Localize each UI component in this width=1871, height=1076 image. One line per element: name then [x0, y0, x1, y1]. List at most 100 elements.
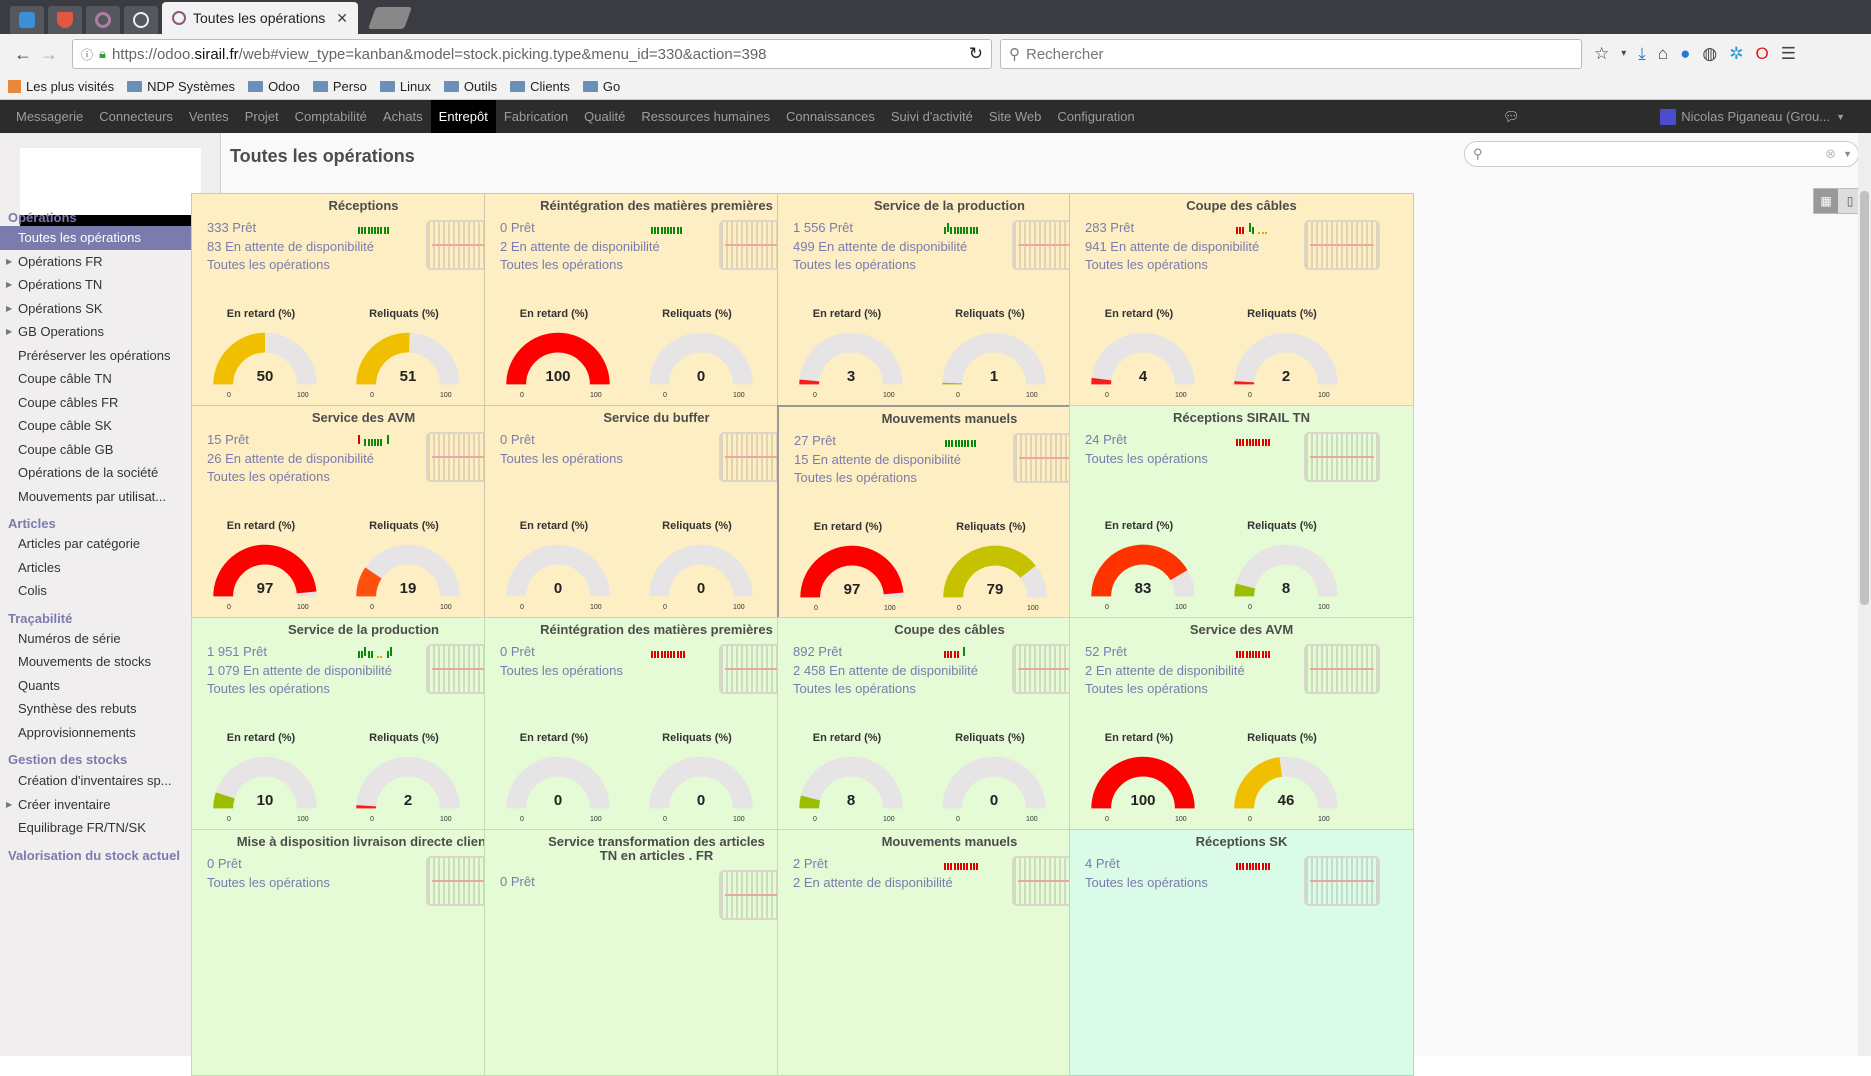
menu-comptabilite[interactable]: Comptabilité [295, 100, 367, 133]
card-stat-link[interactable]: 1 079 En attente de disponibilité [207, 663, 392, 678]
bookmark-menu-icon[interactable]: ▾ [1621, 44, 1626, 64]
active-tab[interactable]: Toutes les opérations✕ [162, 2, 358, 34]
all-operations-link[interactable]: Toutes les opérations [1085, 451, 1208, 466]
menu-messagerie[interactable]: Messagerie [16, 100, 83, 133]
card-stat-link[interactable]: 941 En attente de disponibilité [1085, 239, 1259, 254]
chat-icon[interactable]: 💬︎ [1503, 109, 1520, 125]
globe-icon[interactable]: ◍ [1702, 44, 1717, 64]
kanban-view-icon[interactable]: ▦ [1814, 189, 1838, 213]
all-operations-link[interactable]: Toutes les opérations [207, 257, 330, 272]
card-stat-link[interactable]: 27 Prêt [794, 433, 836, 448]
operation-card[interactable]: Réceptions SK4 PrêtToutes les opérations [1069, 829, 1414, 1076]
sidebar-item[interactable]: Coupe câble GB [0, 438, 208, 462]
all-operations-link[interactable]: Toutes les opérations [207, 469, 330, 484]
card-stat-link[interactable]: 2 En attente de disponibilité [1085, 663, 1245, 678]
caret-right-icon[interactable]: ▶ [6, 273, 12, 297]
all-operations-link[interactable]: Toutes les opérations [207, 681, 330, 696]
menu-fabrication[interactable]: Fabrication [504, 100, 568, 133]
menu-projet[interactable]: Projet [245, 100, 279, 133]
pinned-tab-gitlab[interactable] [48, 6, 82, 34]
hamburger-menu-icon[interactable]: ☰ [1781, 44, 1796, 64]
sidebar-item[interactable]: Equilibrage FR/TN/SK [0, 816, 208, 840]
card-stat-link[interactable]: 83 En attente de disponibilité [207, 239, 374, 254]
user-menu[interactable]: Nicolas Piganeau (Grou...▼ [1660, 100, 1845, 133]
reload-icon[interactable]: ↻ [969, 44, 983, 64]
menu-qualite[interactable]: Qualité [584, 100, 625, 133]
card-title[interactable]: Coupe des câbles [1070, 199, 1413, 213]
back-icon[interactable]: ← [10, 44, 36, 65]
pinned-tab-odoo[interactable] [86, 6, 120, 34]
operation-card[interactable]: Coupe des câbles 283 Prêt 941 En attente d… [1069, 193, 1414, 440]
card-stat-link[interactable]: 2 458 En attente de disponibilité [793, 663, 978, 678]
sidebar-item[interactable]: Opérations de la société [0, 461, 208, 485]
pinned-tab-power[interactable] [124, 6, 158, 34]
bookmark-folder[interactable]: Go [583, 79, 620, 94]
card-stat-link[interactable]: 2 En attente de disponibilité [793, 875, 953, 890]
card-stat-link[interactable]: 892 Prêt [793, 644, 842, 659]
card-title[interactable]: Réceptions SK [1070, 835, 1413, 849]
sidebar-item[interactable]: Approvisionnements [0, 721, 208, 745]
sidebar-item[interactable]: Création d'inventaires sp... [0, 769, 208, 793]
menu-achats[interactable]: Achats [383, 100, 423, 133]
bookmark-folder[interactable]: Outils [444, 79, 497, 94]
bookmark-folder[interactable]: Clients [510, 79, 570, 94]
menu-connecteurs[interactable]: Connecteurs [99, 100, 173, 133]
card-stat-link[interactable]: 15 En attente de disponibilité [794, 452, 961, 467]
section-valorisation[interactable]: Valorisation du stock actuel [8, 848, 180, 863]
opera-icon[interactable]: O [1755, 44, 1768, 64]
operation-card[interactable]: Service des AVM 52 Prêt 2 En attente de di… [1069, 617, 1414, 864]
clear-search-icon[interactable]: ⊗ [1825, 142, 1836, 166]
card-stat-link[interactable]: 0 Prêt [500, 432, 535, 447]
sidebar-item[interactable]: ▶Créer inventaire [0, 793, 208, 817]
card-stat-link[interactable]: 2 En attente de disponibilité [500, 239, 660, 254]
caret-right-icon[interactable]: ▶ [6, 320, 12, 344]
sidebar-item[interactable]: Articles [0, 556, 208, 580]
card-stat-link[interactable]: 4 Prêt [1085, 856, 1120, 871]
card-stat-link[interactable]: 52 Prêt [1085, 644, 1127, 659]
sidebar-item[interactable]: Mouvements de stocks [0, 650, 208, 674]
all-operations-link[interactable]: Toutes les opérations [500, 257, 623, 272]
card-stat-link[interactable]: 333 Prêt [207, 220, 256, 235]
operation-card[interactable]: Réceptions SIRAIL TN 24 Prêt Toutes les op… [1069, 405, 1414, 652]
card-title[interactable]: Réceptions SIRAIL TN [1070, 411, 1413, 425]
sidebar-item[interactable]: Articles par catégorie [0, 532, 208, 556]
bookmark-folder[interactable]: Linux [380, 79, 431, 94]
sidebar-item[interactable]: Numéros de série [0, 627, 208, 651]
search-input[interactable]: ⚲⊗▼ [1464, 141, 1859, 167]
content-scrollbar[interactable] [1858, 133, 1871, 1056]
card-stat-link[interactable]: 26 En attente de disponibilité [207, 451, 374, 466]
caret-right-icon[interactable]: ▶ [6, 250, 12, 274]
sidebar-item[interactable]: Toutes les opérations [0, 226, 208, 250]
search-options-icon[interactable]: ▼ [1843, 142, 1852, 166]
bookmark-most-visited[interactable]: Les plus visités [8, 79, 114, 94]
card-stat-link[interactable]: 0 Prêt [500, 644, 535, 659]
card-stat-link[interactable]: 24 Prêt [1085, 432, 1127, 447]
sidebar-item[interactable]: Coupe câble TN [0, 367, 208, 391]
card-stat-link[interactable]: 499 En attente de disponibilité [793, 239, 967, 254]
all-operations-link[interactable]: Toutes les opérations [500, 663, 623, 678]
pinned-tab-zimbra[interactable] [10, 6, 44, 34]
sidebar-item[interactable]: Synthèse des rebuts [0, 697, 208, 721]
menu-suivi-activite[interactable]: Suivi d'activité [891, 100, 973, 133]
card-stat-link[interactable]: 0 Prêt [500, 220, 535, 235]
new-tab-button[interactable] [368, 7, 412, 29]
bookmark-folder[interactable]: Odoo [248, 79, 300, 94]
home-icon[interactable]: ⌂ [1658, 44, 1668, 64]
menu-connaissances[interactable]: Connaissances [786, 100, 875, 133]
sidebar-item[interactable]: Colis [0, 579, 208, 603]
all-operations-link[interactable]: Toutes les opérations [1085, 681, 1208, 696]
card-stat-link[interactable]: 283 Prêt [1085, 220, 1134, 235]
all-operations-link[interactable]: Toutes les opérations [1085, 257, 1208, 272]
card-stat-link[interactable]: 2 Prêt [793, 856, 828, 871]
sidebar-item[interactable]: Mouvements par utilisat... [0, 485, 208, 509]
caret-right-icon[interactable]: ▶ [6, 793, 12, 817]
info-icon[interactable]: ⓘ [81, 46, 93, 63]
card-title[interactable]: Service des AVM [1070, 623, 1413, 637]
all-operations-link[interactable]: Toutes les opérations [500, 451, 623, 466]
close-tab-icon[interactable]: ✕ [336, 10, 348, 27]
scrollbar-thumb[interactable] [1860, 191, 1869, 605]
menu-ventes[interactable]: Ventes [189, 100, 229, 133]
sidebar-item[interactable]: Quants [0, 674, 208, 698]
sidebar-item[interactable]: ▶Opérations TN [0, 273, 208, 297]
card-stat-link[interactable]: 0 Prêt [500, 874, 535, 889]
